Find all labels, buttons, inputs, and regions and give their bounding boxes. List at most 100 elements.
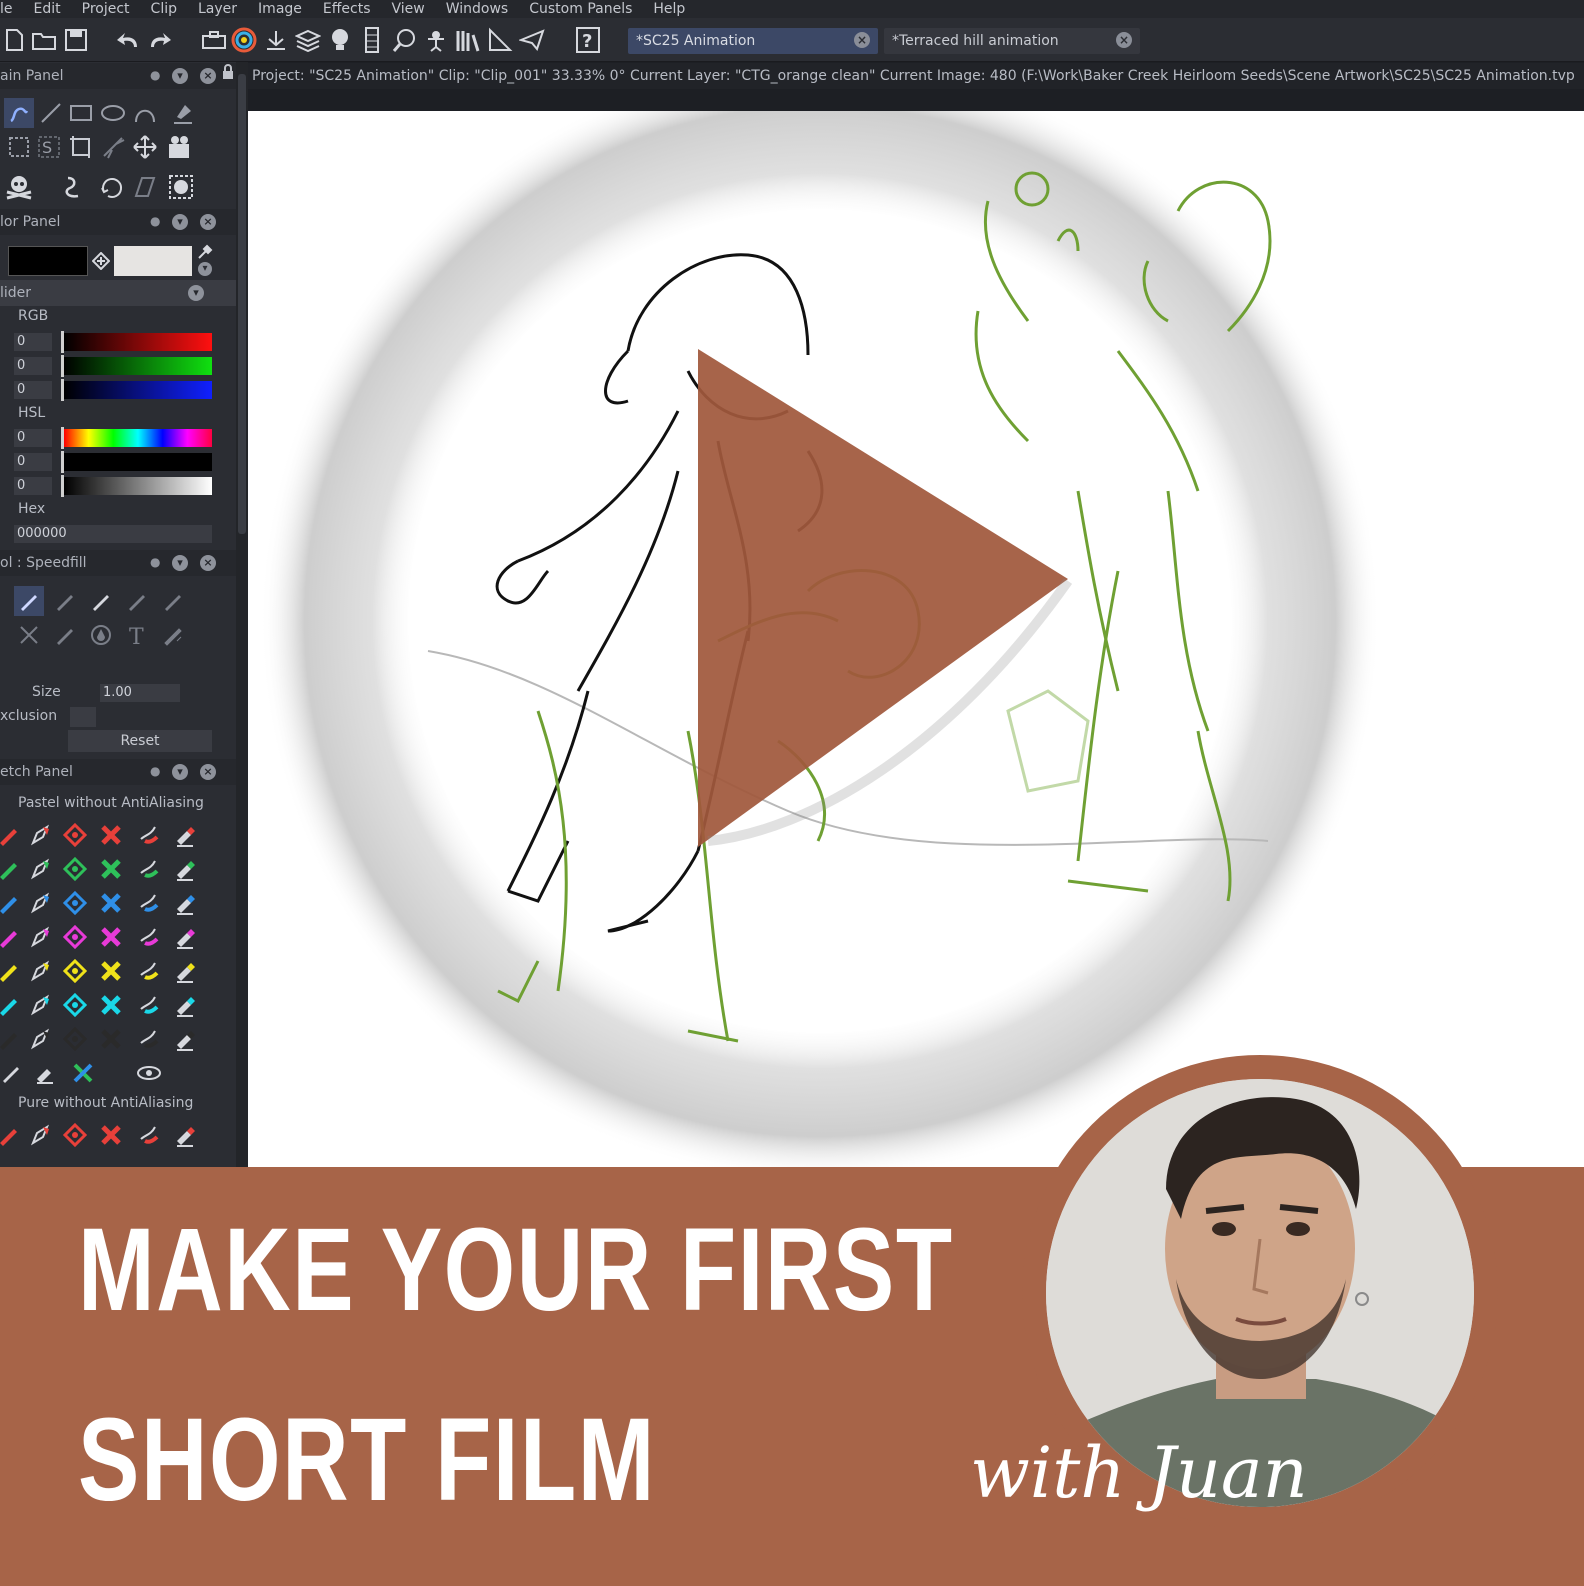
tab-sc25-animation[interactable]: *SC25 Animation × <box>628 28 878 54</box>
sketch-brush-icon[interactable] <box>170 854 200 884</box>
speedfill-tool-icon[interactable] <box>14 586 44 616</box>
hue-slider-handle[interactable] <box>61 427 64 449</box>
chevron-down-icon[interactable]: ▾ <box>188 285 204 301</box>
collapse-icon[interactable]: ▾ <box>172 764 188 780</box>
lightness-slider[interactable] <box>64 477 212 495</box>
sketch-brush-icon[interactable] <box>0 1120 24 1150</box>
open-folder-icon[interactable] <box>30 26 58 54</box>
warp-icon[interactable] <box>98 132 128 162</box>
fill-tool-icon[interactable] <box>168 98 198 128</box>
close-icon[interactable]: × <box>200 555 216 571</box>
slider-header[interactable]: lider ▾ <box>0 280 236 306</box>
sketch-brush-icon[interactable] <box>26 956 56 986</box>
color-options-icon[interactable]: ▾ <box>198 262 212 276</box>
sketch-brush-icon[interactable] <box>60 1120 90 1150</box>
shape-icon[interactable] <box>130 172 160 202</box>
sketch-brush-icon[interactable] <box>60 956 90 986</box>
crop-icon[interactable] <box>66 132 96 162</box>
puppet-icon[interactable] <box>422 26 450 54</box>
menu-help[interactable]: Help <box>653 1 685 17</box>
help-icon[interactable]: ? <box>574 26 602 54</box>
sketch-brush-icon[interactable] <box>134 1024 164 1054</box>
sketch-brush-icon[interactable] <box>26 1024 56 1054</box>
lightbulb-icon[interactable] <box>326 26 354 54</box>
sketch-brush-icon[interactable] <box>0 922 24 952</box>
close-icon[interactable]: × <box>200 214 216 230</box>
sketch-brush-icon[interactable] <box>26 922 56 952</box>
collapse-icon[interactable]: ▾ <box>172 68 188 84</box>
blue-value-input[interactable]: 0 <box>14 381 52 399</box>
ellipse-tool-icon[interactable] <box>98 98 128 128</box>
text-tool-icon[interactable]: T <box>122 620 152 650</box>
sketch-brush-icon[interactable] <box>170 922 200 952</box>
pin-icon[interactable]: ● <box>150 214 160 228</box>
close-icon[interactable]: × <box>200 764 216 780</box>
sketch-brush-icon[interactable] <box>96 922 126 952</box>
sketch-brush-icon[interactable] <box>96 1024 126 1054</box>
secondary-color-swatch[interactable] <box>114 246 192 276</box>
sketch-brush-icon[interactable] <box>170 990 200 1020</box>
menu-view[interactable]: View <box>392 1 425 17</box>
sketch-brush-icon[interactable] <box>60 854 90 884</box>
sketch-eraser-2-icon[interactable] <box>30 1058 60 1088</box>
sketch-brush-icon[interactable] <box>60 990 90 1020</box>
sketch-multicolor-x-icon[interactable] <box>68 1058 98 1088</box>
menu-project[interactable]: Project <box>82 1 130 17</box>
smudge-icon[interactable] <box>58 172 88 202</box>
saturation-slider-handle[interactable] <box>61 451 64 473</box>
green-slider-handle[interactable] <box>61 355 64 377</box>
menu-custom-panels[interactable]: Custom Panels <box>529 1 632 17</box>
redo-icon[interactable] <box>146 26 174 54</box>
timeline-icon[interactable] <box>358 26 386 54</box>
sketch-brush-icon[interactable] <box>26 990 56 1020</box>
sketch-brush-icon[interactable] <box>60 1024 90 1054</box>
close-icon[interactable]: × <box>200 68 216 84</box>
line-tool-icon[interactable] <box>36 98 66 128</box>
collapse-icon[interactable]: ▾ <box>172 555 188 571</box>
paper-plane-icon[interactable] <box>518 26 546 54</box>
special-tool-icon[interactable] <box>158 620 188 650</box>
sketch-brush-icon[interactable] <box>96 820 126 850</box>
scrollbar-thumb[interactable] <box>238 74 246 534</box>
undo-icon[interactable] <box>114 26 142 54</box>
sketch-brush-icon[interactable] <box>96 888 126 918</box>
saturation-value-input[interactable]: 0 <box>14 453 52 471</box>
library-icon[interactable] <box>454 26 482 54</box>
sketch-brush-icon[interactable] <box>170 1120 200 1150</box>
exclusion-checkbox[interactable] <box>70 707 96 727</box>
selection-rect-icon[interactable] <box>4 132 34 162</box>
lightness-value-input[interactable]: 0 <box>14 477 52 495</box>
blue-slider[interactable] <box>64 381 212 399</box>
rectangle-tool-icon[interactable] <box>66 98 96 128</box>
eyedropper-icon[interactable] <box>197 242 213 264</box>
lock-icon[interactable] <box>222 64 234 80</box>
lightness-slider-handle[interactable] <box>61 475 64 497</box>
size-input[interactable]: 1.00 <box>100 684 180 702</box>
red-value-input[interactable]: 0 <box>14 333 52 351</box>
sketch-brush-icon[interactable] <box>96 1120 126 1150</box>
sketch-brush-icon[interactable] <box>96 990 126 1020</box>
eye-icon[interactable] <box>134 1058 164 1088</box>
saturation-slider[interactable] <box>64 453 212 471</box>
mask-icon[interactable] <box>166 172 196 202</box>
freehand-tool-icon[interactable] <box>4 98 34 128</box>
move-icon[interactable] <box>130 132 160 162</box>
sketch-brush-icon[interactable] <box>170 1024 200 1054</box>
menu-file[interactable]: le <box>0 1 13 17</box>
primary-color-swatch[interactable] <box>8 246 88 276</box>
sketch-brush-icon[interactable] <box>134 1120 164 1150</box>
sketch-brush-icon[interactable] <box>0 956 24 986</box>
menu-layer[interactable]: Layer <box>198 1 237 17</box>
sketch-brush-icon[interactable] <box>0 990 24 1020</box>
save-icon[interactable] <box>62 26 90 54</box>
reset-button[interactable]: Reset <box>68 730 212 752</box>
sketch-brush-icon[interactable] <box>134 990 164 1020</box>
pin-icon[interactable]: ● <box>150 764 160 778</box>
ruler-icon[interactable] <box>486 26 514 54</box>
sketch-brush-icon[interactable] <box>134 854 164 884</box>
collapse-icon[interactable]: ▾ <box>172 214 188 230</box>
hue-slider[interactable] <box>64 429 212 447</box>
marker-tool-icon[interactable] <box>122 586 152 616</box>
sketch-brush-icon[interactable] <box>60 888 90 918</box>
selection-shape-icon[interactable]: S <box>34 132 64 162</box>
